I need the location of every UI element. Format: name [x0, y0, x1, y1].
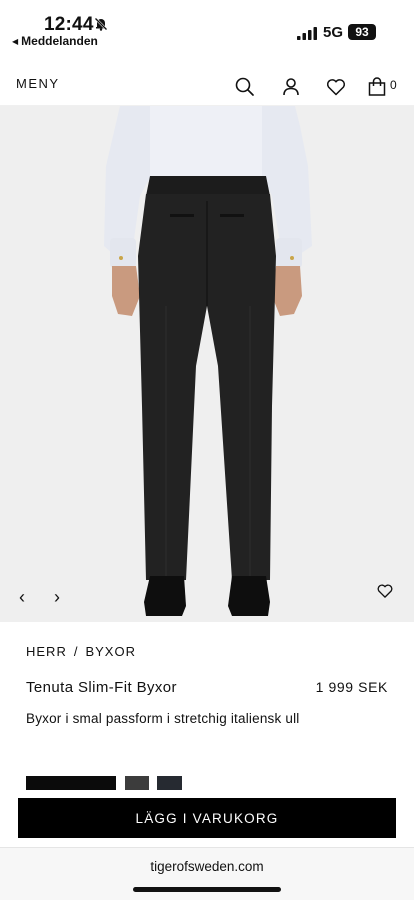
breadcrumb-byxor[interactable]: BYXOR: [85, 644, 136, 659]
image-wishlist-heart-icon[interactable]: [376, 582, 394, 600]
search-icon[interactable]: [234, 76, 256, 98]
browser-bar: tigerofsweden.com: [0, 847, 414, 900]
product-photo: [0, 106, 414, 622]
status-time: 12:44: [44, 14, 94, 35]
product-description: Byxor i smal passform i stretchig italie…: [26, 711, 300, 726]
site-header: MENY 0: [0, 52, 414, 106]
breadcrumb-separator: /: [73, 644, 79, 659]
breadcrumb-herr[interactable]: HERR: [26, 644, 67, 659]
shopping-bag-icon[interactable]: [366, 76, 388, 98]
image-next-icon[interactable]: ›: [54, 587, 60, 608]
product-name: Tenuta Slim-Fit Byxor: [26, 679, 177, 696]
wishlist-heart-icon[interactable]: [325, 76, 347, 98]
network-type: 5G: [323, 24, 344, 41]
back-triangle-icon: ◀: [12, 37, 19, 46]
product-price: 1 999 SEK: [315, 679, 388, 695]
add-to-cart-button[interactable]: LÄGG I VARUKORG: [18, 798, 396, 838]
status-bar: 12:44 ◀ Meddelanden 5G 93: [0, 0, 414, 52]
address-bar[interactable]: tigerofsweden.com: [0, 859, 414, 874]
product-details: HERR / BYXOR Tenuta Slim-Fit Byxor 1 999 S…: [0, 622, 414, 847]
back-app-label: Meddelanden: [21, 34, 98, 48]
image-prev-icon[interactable]: ‹: [19, 587, 25, 608]
menu-button[interactable]: MENY: [16, 76, 60, 91]
color-swatch-grey[interactable]: [125, 776, 149, 790]
cart-count: 0: [390, 78, 397, 92]
back-to-app-link[interactable]: ◀ Meddelanden: [12, 34, 98, 48]
product-image[interactable]: [0, 106, 414, 622]
cellular-signal-icon: [297, 27, 317, 40]
breadcrumb: HERR / BYXOR: [26, 644, 136, 659]
account-icon[interactable]: [280, 76, 302, 98]
color-swatch-navy[interactable]: [157, 776, 182, 790]
home-indicator[interactable]: [133, 887, 281, 892]
battery-indicator: 93: [348, 24, 376, 40]
color-swatch-black[interactable]: [26, 776, 116, 790]
bell-muted-icon: [94, 17, 108, 31]
